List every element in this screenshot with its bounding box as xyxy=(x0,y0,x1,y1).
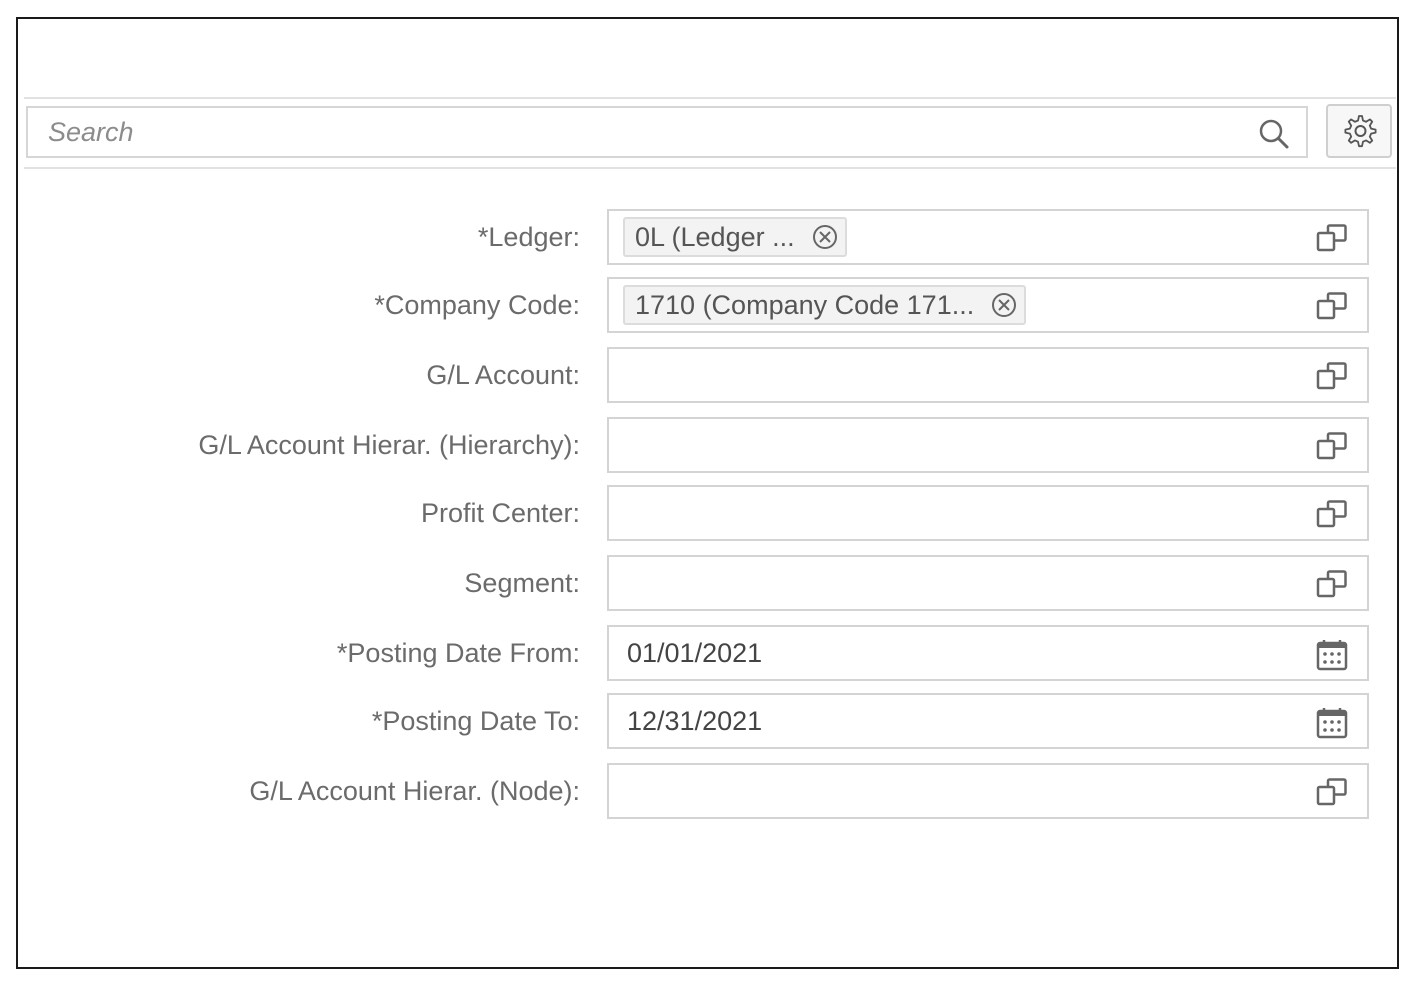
field-label: *Posting Date To: xyxy=(371,706,580,736)
company-code-field[interactable]: 1710 (Company Code 171... xyxy=(607,277,1369,333)
g-l-account-hierar-hierarchy-input[interactable] xyxy=(627,419,1227,471)
gear-icon xyxy=(1344,115,1377,148)
settings-button[interactable] xyxy=(1326,104,1392,158)
token-text: 0L (Ledger ... xyxy=(635,221,795,252)
form-row-ledger: *Ledger: 0L (Ledger ... xyxy=(18,209,1397,265)
g-l-account-hierar-node-input[interactable] xyxy=(627,765,1227,817)
g-l-account-field[interactable] xyxy=(607,347,1369,403)
field-label: *Ledger: xyxy=(477,222,580,252)
filter-panel: *Ledger: 0L (Ledger ... *Company Code: 171… xyxy=(16,17,1399,969)
segment-field[interactable] xyxy=(607,555,1369,611)
ledger-field[interactable]: 0L (Ledger ... xyxy=(607,209,1369,265)
g-l-account-hierar-hierarchy-field[interactable] xyxy=(607,417,1369,473)
field-label: G/L Account Hierar. (Node): xyxy=(249,776,580,806)
posting-date-to-field[interactable] xyxy=(607,693,1369,749)
form-row-posting-date-from: *Posting Date From: xyxy=(18,625,1397,681)
form-row-g-l-account: G/L Account: xyxy=(18,347,1397,403)
form-row-profit-center: Profit Center: xyxy=(18,485,1397,541)
posting-date-to-input[interactable] xyxy=(627,695,1227,747)
field-label: *Posting Date From: xyxy=(336,638,580,668)
calendar-icon[interactable] xyxy=(1315,637,1349,671)
value-help-icon[interactable] xyxy=(1315,775,1349,809)
search-bar xyxy=(24,97,1396,169)
posting-date-from-input[interactable] xyxy=(627,627,1227,679)
g-l-account-hierar-node-field[interactable] xyxy=(607,763,1369,819)
form-row-g-l-account-hierar-hierarchy: G/L Account Hierar. (Hierarchy): xyxy=(18,417,1397,473)
remove-token-icon[interactable] xyxy=(811,223,839,251)
field-label: Profit Center: xyxy=(420,498,580,528)
token-text: 1710 (Company Code 171... xyxy=(635,289,975,320)
remove-token-icon[interactable] xyxy=(990,291,1018,319)
profit-center-input[interactable] xyxy=(627,487,1227,539)
search-input[interactable] xyxy=(28,108,1228,156)
value-help-icon[interactable] xyxy=(1315,221,1349,255)
profit-center-field[interactable] xyxy=(607,485,1369,541)
value-help-icon[interactable] xyxy=(1315,289,1349,323)
value-help-icon[interactable] xyxy=(1315,359,1349,393)
form-row-company-code: *Company Code: 1710 (Company Code 171... xyxy=(18,277,1397,333)
calendar-icon[interactable] xyxy=(1315,705,1349,739)
field-label: G/L Account: xyxy=(426,360,580,390)
search-icon[interactable] xyxy=(1258,118,1290,150)
g-l-account-input[interactable] xyxy=(627,349,1227,401)
form-row-segment: Segment: xyxy=(18,555,1397,611)
field-label: Segment: xyxy=(464,568,580,598)
form-row-g-l-account-hierar-node: G/L Account Hierar. (Node): xyxy=(18,763,1397,819)
field-label: *Company Code: xyxy=(374,290,580,320)
value-help-icon[interactable] xyxy=(1315,497,1349,531)
segment-input[interactable] xyxy=(627,557,1227,609)
field-label: G/L Account Hierar. (Hierarchy): xyxy=(198,430,580,460)
form-row-posting-date-to: *Posting Date To: xyxy=(18,693,1397,749)
token[interactable]: 1710 (Company Code 171... xyxy=(623,285,1027,325)
value-help-icon[interactable] xyxy=(1315,429,1349,463)
search-field[interactable] xyxy=(26,106,1308,158)
value-help-icon[interactable] xyxy=(1315,567,1349,601)
token[interactable]: 0L (Ledger ... xyxy=(623,217,847,257)
posting-date-from-field[interactable] xyxy=(607,625,1369,681)
